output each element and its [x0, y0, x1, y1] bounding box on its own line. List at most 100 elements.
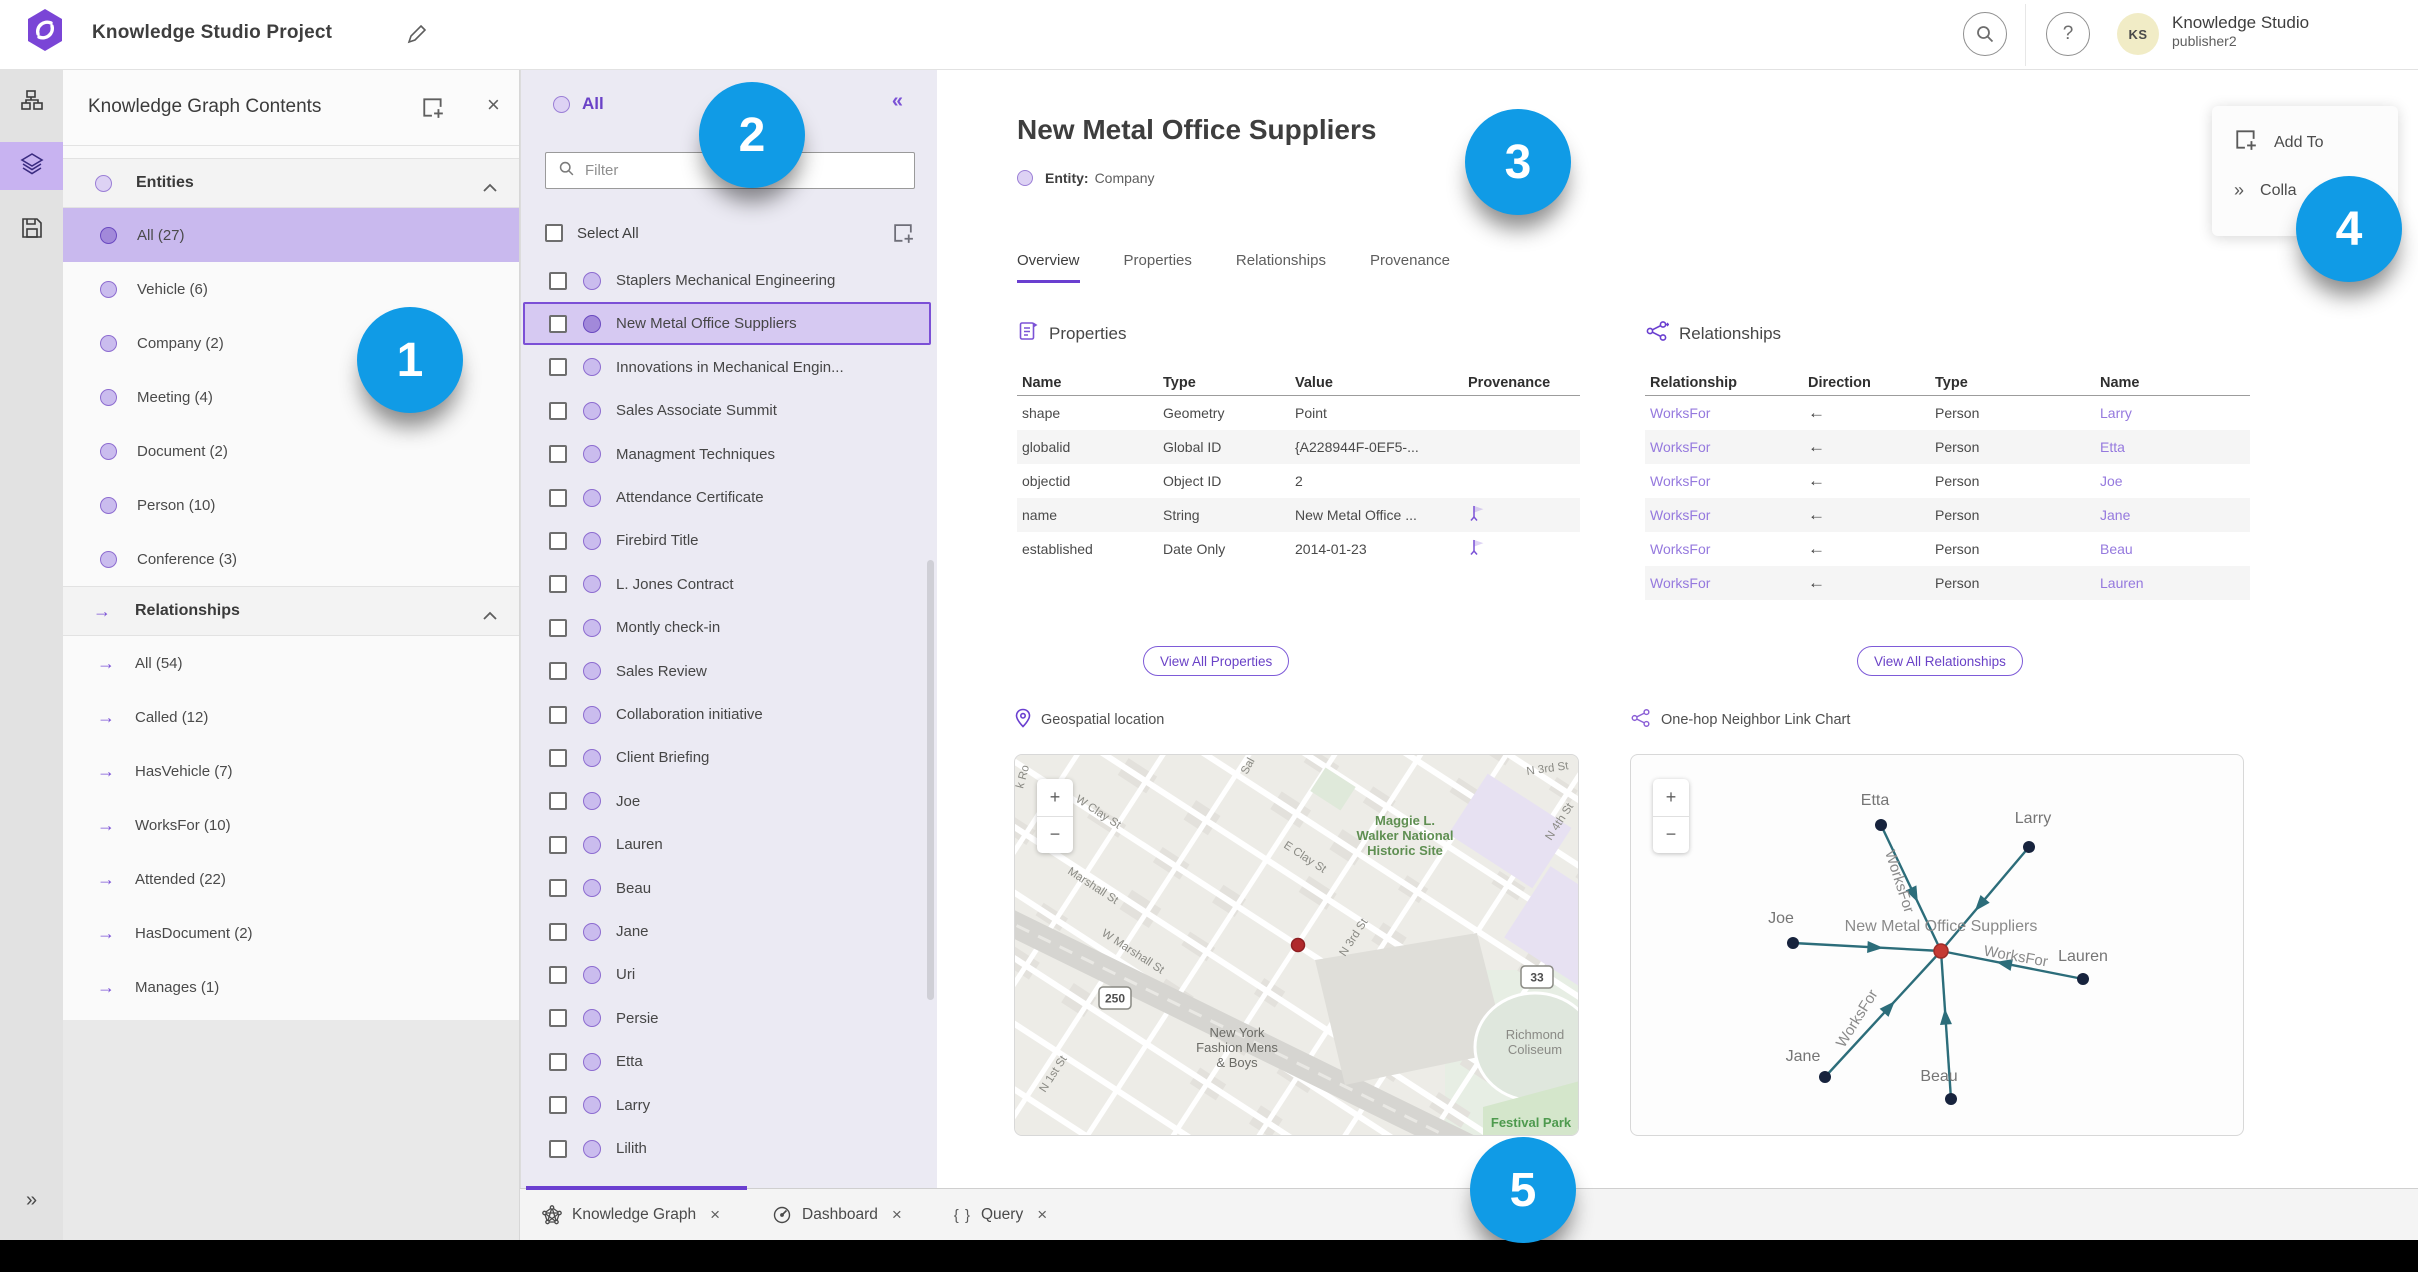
related-name-link[interactable]: Etta: [2095, 439, 2235, 455]
rail-contents-button[interactable]: [0, 142, 63, 190]
chart-zoom-control[interactable]: + −: [1653, 779, 1689, 853]
tree-item-manages[interactable]: → Manages (1): [63, 960, 519, 1014]
document-tab-knowledge-graph[interactable]: Knowledge Graph ×: [542, 1205, 720, 1225]
list-item[interactable]: Lauren: [523, 823, 931, 866]
list-item[interactable]: Innovations in Mechanical Engin...: [523, 346, 931, 389]
zoom-out-button[interactable]: −: [1653, 817, 1689, 854]
app-logo-icon[interactable]: [26, 8, 64, 57]
item-checkbox[interactable]: [549, 531, 567, 550]
document-tab-query[interactable]: { } Query ×: [954, 1205, 1047, 1225]
tree-item-hasvehicle[interactable]: → HasVehicle (7): [63, 744, 519, 798]
user-info[interactable]: Knowledge Studio publisher2: [2172, 12, 2309, 51]
list-item[interactable]: Client Briefing: [523, 736, 931, 779]
user-avatar[interactable]: KS: [2117, 13, 2159, 55]
item-checkbox[interactable]: [549, 401, 567, 420]
list-item[interactable]: New Metal Office Suppliers: [523, 302, 931, 346]
person-node[interactable]: [2023, 841, 2035, 853]
zoom-out-button[interactable]: −: [1037, 817, 1073, 854]
relationship-link[interactable]: WorksFor: [1645, 473, 1803, 489]
item-checkbox[interactable]: [549, 445, 567, 464]
list-item[interactable]: Uri: [523, 953, 931, 996]
table-row[interactable]: WorksFor ← Person Jane: [1645, 498, 2250, 532]
relationship-link[interactable]: WorksFor: [1645, 405, 1803, 421]
tree-item-all[interactable]: All (27): [63, 208, 519, 262]
tree-item-attended[interactable]: → Attended (22): [63, 852, 519, 906]
chevron-up-icon[interactable]: [483, 607, 497, 625]
collapse-list-panel-button[interactable]: «: [892, 90, 903, 113]
relationship-link[interactable]: WorksFor: [1645, 541, 1803, 557]
link-chart-panel[interactable]: + − WorksFor WorksFor WorksFor Etta Larry Joe…: [1630, 754, 2244, 1136]
item-checkbox[interactable]: [549, 488, 567, 507]
item-checkbox[interactable]: [549, 965, 567, 984]
list-item[interactable]: Montly check-in: [523, 606, 931, 649]
list-item[interactable]: Collaboration initiative: [523, 693, 931, 736]
item-checkbox[interactable]: [549, 922, 567, 941]
tree-item-person[interactable]: Person (10): [63, 478, 519, 532]
related-name-link[interactable]: Joe: [2095, 473, 2235, 489]
add-to-new-icon[interactable]: [421, 96, 445, 125]
zoom-in-button[interactable]: +: [1037, 779, 1073, 817]
person-node[interactable]: [1787, 937, 1799, 949]
list-item[interactable]: L. Jones Contract: [523, 563, 931, 606]
list-item[interactable]: Lilith: [523, 1127, 931, 1170]
close-tab-button[interactable]: ×: [1037, 1205, 1047, 1225]
table-row[interactable]: objectid Object ID 2: [1017, 464, 1580, 498]
add-to-menu-item[interactable]: Add To: [2234, 128, 2324, 157]
tab-overview[interactable]: Overview: [1017, 252, 1080, 283]
item-checkbox[interactable]: [549, 1009, 567, 1028]
item-checkbox[interactable]: [549, 748, 567, 767]
chevron-up-icon[interactable]: [483, 179, 497, 197]
tree-item-vehicle[interactable]: Vehicle (6): [63, 262, 519, 316]
tab-relationships[interactable]: Relationships: [1236, 252, 1326, 283]
link-chart-canvas[interactable]: WorksForWorksForWorksForEttaLarryJoeLaur…: [1631, 755, 2244, 1136]
item-checkbox[interactable]: [549, 835, 567, 854]
list-item[interactable]: Joe: [523, 780, 931, 823]
tree-item-hasdocument[interactable]: → HasDocument (2): [63, 906, 519, 960]
zoom-in-button[interactable]: +: [1653, 779, 1689, 817]
list-item[interactable]: Persie: [523, 997, 931, 1040]
help-button[interactable]: ?: [2046, 12, 2090, 56]
item-checkbox[interactable]: [549, 618, 567, 637]
relationship-link[interactable]: WorksFor: [1645, 575, 1803, 591]
item-checkbox[interactable]: [549, 792, 567, 811]
section-header-entities[interactable]: Entities: [63, 158, 519, 208]
related-name-link[interactable]: Larry: [2095, 405, 2235, 421]
tree-item-called[interactable]: → Called (12): [63, 690, 519, 744]
person-node[interactable]: [1945, 1093, 1957, 1105]
related-name-link[interactable]: Jane: [2095, 507, 2235, 523]
select-all-checkbox[interactable]: [545, 224, 563, 242]
close-tab-button[interactable]: ×: [892, 1205, 902, 1225]
related-name-link[interactable]: Lauren: [2095, 575, 2235, 591]
rail-schema-button[interactable]: [0, 78, 63, 126]
table-row[interactable]: name String New Metal Office ...: [1017, 498, 1580, 532]
map-zoom-control[interactable]: + −: [1037, 779, 1073, 853]
tab-provenance[interactable]: Provenance: [1370, 252, 1450, 283]
relationship-link[interactable]: WorksFor: [1645, 507, 1803, 523]
person-node[interactable]: [2077, 973, 2089, 985]
rail-save-button[interactable]: [0, 206, 63, 254]
item-checkbox[interactable]: [549, 271, 567, 290]
document-tab-dashboard[interactable]: Dashboard ×: [772, 1205, 902, 1225]
list-item[interactable]: Beau: [523, 867, 931, 910]
table-row[interactable]: shape Geometry Point: [1017, 396, 1580, 430]
edit-title-icon[interactable]: [405, 22, 429, 51]
item-checkbox[interactable]: [549, 1096, 567, 1115]
close-contents-panel-button[interactable]: ×: [487, 92, 500, 118]
table-row[interactable]: WorksFor ← Person Etta: [1645, 430, 2250, 464]
item-checkbox[interactable]: [549, 575, 567, 594]
list-scrollbar[interactable]: [927, 560, 934, 1000]
item-checkbox[interactable]: [549, 314, 567, 333]
close-tab-button[interactable]: ×: [710, 1205, 720, 1225]
table-row[interactable]: WorksFor ← Person Lauren: [1645, 566, 2250, 600]
list-item[interactable]: Sales Review: [523, 650, 931, 693]
view-all-properties-button[interactable]: View All Properties: [1143, 646, 1290, 676]
collapse-menu-item[interactable]: » Colla: [2234, 180, 2296, 201]
add-to-new-icon[interactable]: [892, 222, 915, 250]
list-item[interactable]: Attendance Certificate: [523, 476, 931, 519]
location-marker[interactable]: [1290, 937, 1306, 953]
item-checkbox[interactable]: [549, 879, 567, 898]
map-canvas[interactable]: k RoW Clay StSalE Clay StMarshall StW Ma…: [1015, 755, 1579, 1136]
table-row[interactable]: WorksFor ← Person Beau: [1645, 532, 2250, 566]
tab-properties[interactable]: Properties: [1124, 252, 1192, 283]
list-item[interactable]: Staplers Mechanical Engineering: [523, 259, 931, 302]
